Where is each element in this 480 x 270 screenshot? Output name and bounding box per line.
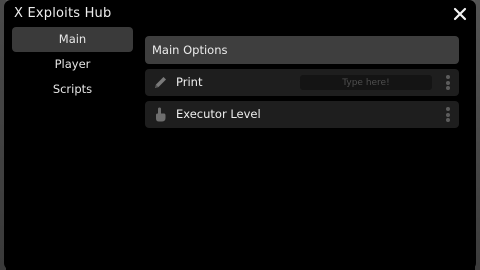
sidebar: Main Player Scripts [12, 27, 133, 102]
option-label-print: Print [176, 75, 203, 89]
sidebar-item-scripts[interactable]: Scripts [12, 77, 133, 102]
sidebar-item-player[interactable]: Player [12, 52, 133, 77]
window-title: X Exploits Hub [14, 6, 112, 21]
hub-window: X Exploits Hub Main Player Scripts Main … [4, 0, 476, 270]
close-icon [453, 7, 467, 21]
close-button[interactable] [452, 6, 468, 22]
more-vertical-icon[interactable] [445, 107, 451, 122]
more-vertical-icon[interactable] [445, 75, 451, 90]
touch-hand-icon [152, 106, 169, 123]
option-row-executor-level: Executor Level [145, 101, 459, 128]
section-header: Main Options [145, 36, 459, 64]
option-row-print: Print [145, 69, 459, 96]
option-label-executor-level: Executor Level [176, 107, 261, 121]
print-text-input[interactable] [300, 75, 432, 90]
pencil-icon [152, 74, 169, 91]
sidebar-item-main[interactable]: Main [12, 27, 133, 52]
main-content: Main Options Print Type here! Executor L… [145, 36, 459, 133]
